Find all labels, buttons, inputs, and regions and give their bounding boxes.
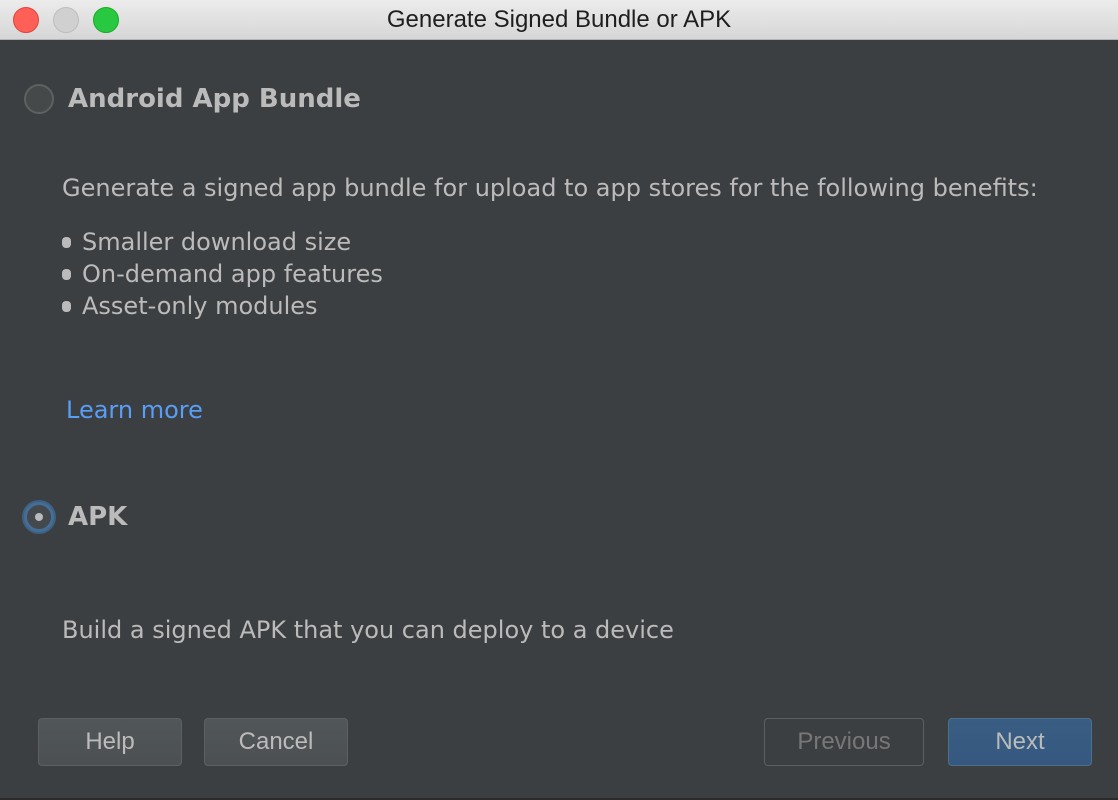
bullet-icon: [62, 268, 71, 280]
window-title: Generate Signed Bundle or APK: [386, 6, 732, 33]
benefit-item: Smaller download size: [62, 226, 383, 258]
bundle-option[interactable]: Android App Bundle: [24, 84, 361, 114]
title-bar[interactable]: Generate Signed Bundle or APK: [0, 0, 1118, 40]
apk-radio-button[interactable]: [24, 502, 54, 532]
apk-option[interactable]: APK: [24, 502, 127, 532]
apk-option-label[interactable]: APK: [68, 502, 127, 532]
bullet-icon: [62, 300, 71, 312]
benefit-text: Smaller download size: [82, 228, 352, 256]
apk-description: Build a signed APK that you can deploy t…: [62, 616, 674, 644]
dialog-window: Generate Signed Bundle or APK Android Ap…: [0, 0, 1118, 800]
bundle-description: Generate a signed app bundle for upload …: [62, 174, 1038, 202]
learn-more-link[interactable]: Learn more: [66, 396, 203, 424]
benefit-text: On-demand app features: [82, 260, 383, 288]
next-button[interactable]: Next: [948, 718, 1092, 766]
bundle-option-label[interactable]: Android App Bundle: [68, 84, 361, 114]
bullet-icon: [62, 236, 71, 248]
cancel-button[interactable]: Cancel: [204, 718, 348, 766]
help-button[interactable]: Help: [38, 718, 182, 766]
benefit-item: Asset-only modules: [62, 290, 383, 322]
benefit-item: On-demand app features: [62, 258, 383, 290]
bundle-radio-button[interactable]: [24, 84, 54, 114]
bundle-benefits-list: Smaller download size On-demand app feat…: [62, 226, 383, 322]
benefit-text: Asset-only modules: [82, 292, 318, 320]
previous-button: Previous: [764, 718, 924, 766]
radio-selected-dot-icon: [35, 513, 43, 521]
